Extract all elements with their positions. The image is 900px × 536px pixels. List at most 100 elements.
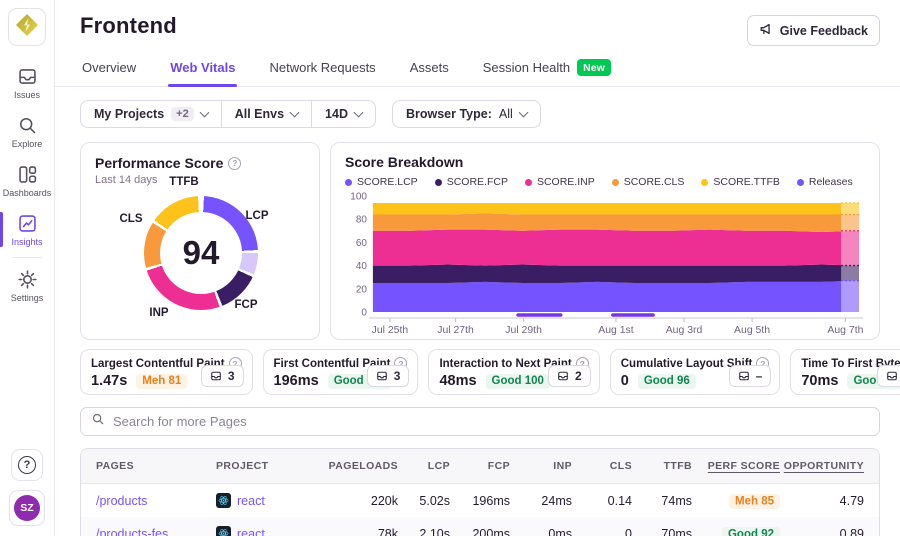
svg-text:Aug 3rd: Aug 3rd [666, 325, 703, 336]
pages-search-bar[interactable] [80, 407, 880, 436]
lcp-value: 5.02s [398, 494, 450, 508]
tab-session-health[interactable]: Session HealthNew [481, 52, 613, 86]
legend-item[interactable]: SCORE.CLS [612, 176, 685, 188]
score-breakdown-chart[interactable]: 020406080100Jul 25thJul 27thJul 29thAug … [345, 190, 865, 336]
legend-label: SCORE.TTFB [713, 176, 780, 188]
sidebar-item-dashboards[interactable]: Dashboards [0, 156, 54, 205]
legend-item[interactable]: SCORE.FCP [435, 176, 508, 188]
vital-card-largest-contentful-paint[interactable]: Largest Contentful Paint?1.47sMeh 813 [80, 349, 253, 395]
gear-icon [17, 269, 38, 290]
column-header-opportunity[interactable]: OPPORTUNITY [780, 460, 864, 472]
vital-issues-button[interactable]: – [729, 365, 772, 387]
user-menu-button[interactable]: SZ [9, 490, 45, 526]
environments-filter[interactable]: All Envs [221, 101, 311, 127]
pages-table: PAGESPROJECTPAGELOADSLCPFCPINPCLSTTFBPER… [80, 448, 880, 536]
donut-label-ttfb: TTFB [169, 176, 198, 188]
projects-extra-chip: +2 [171, 107, 194, 121]
column-header-ttfb: TTFB [632, 460, 692, 472]
sidebar-item-label: Insights [11, 237, 42, 247]
tab-label: Network Requests [269, 60, 375, 75]
sentry-logo-button[interactable] [8, 8, 46, 46]
performance-score-value: 94 [144, 196, 258, 310]
issues-icon [738, 370, 750, 382]
inp-value: 0ms [510, 527, 572, 536]
vital-issues-button[interactable]: 3 [201, 365, 244, 387]
svg-text:Jul 27th: Jul 27th [437, 325, 474, 336]
svg-text:20: 20 [356, 284, 368, 295]
page-filter-group: My Projects +2 All Envs 14D [80, 100, 376, 128]
vital-issues-button[interactable]: 2 [548, 365, 591, 387]
tab-network-requests[interactable]: Network Requests [267, 52, 377, 86]
give-feedback-button[interactable]: Give Feedback [747, 15, 880, 46]
legend-item[interactable]: SCORE.INP [525, 176, 595, 188]
fcp-value: 196ms [450, 494, 510, 508]
issues-icon [376, 370, 388, 382]
filter-bar: My Projects +2 All Envs 14D Browser Type… [55, 87, 900, 128]
vital-value: 0 [621, 373, 629, 389]
svg-text:60: 60 [356, 238, 368, 249]
project-cell: react [216, 526, 316, 536]
table-row[interactable]: /products-fesreact78k2.10s200ms0ms070msG… [81, 517, 879, 536]
project-link[interactable]: react [237, 527, 265, 536]
column-header-pageloads: PAGELOADS [316, 460, 398, 472]
vital-score-badge: Good 100 [486, 374, 550, 389]
sidebar-item-insights[interactable]: Insights [0, 205, 54, 254]
vital-score-badge: Good 96 [638, 374, 696, 389]
ttfb-value: 74ms [632, 494, 692, 508]
page-link[interactable]: /products [96, 494, 147, 508]
column-header-perf-score[interactable]: PERF SCORE [692, 460, 780, 472]
svg-text:Aug 7th: Aug 7th [827, 325, 863, 336]
legend-item[interactable]: SCORE.LCP [345, 176, 418, 188]
info-icon[interactable]: ? [228, 157, 241, 170]
table-body: /productsreact220k5.02s196ms24ms0.1474ms… [81, 484, 879, 536]
vital-card-first-contentful-paint[interactable]: First Contentful Paint?196msGood 1003 [263, 349, 419, 395]
sidebar-item-label: Explore [12, 139, 43, 149]
vital-issues-button[interactable]: 3 [367, 365, 410, 387]
help-button[interactable]: ? [11, 449, 43, 481]
search-icon [17, 115, 38, 136]
sidebar-item-settings[interactable]: Settings [0, 261, 54, 310]
question-icon: ? [18, 456, 36, 474]
tab-assets[interactable]: Assets [408, 52, 451, 86]
sidebar-divider [12, 257, 42, 258]
svg-text:Aug 5th: Aug 5th [734, 325, 770, 336]
app-logo-icon [14, 12, 40, 43]
browser-type-filter[interactable]: Browser Type: All [393, 101, 540, 127]
vital-card-cumulative-layout-shift[interactable]: Cumulative Layout Shift?0Good 96– [610, 349, 781, 395]
search-input[interactable] [113, 414, 869, 429]
inp-value: 24ms [510, 494, 572, 508]
svg-text:100: 100 [350, 191, 367, 202]
chevron-down-icon [199, 108, 209, 118]
legend-label: SCORE.INP [537, 176, 595, 188]
legend-item[interactable]: Releases [797, 176, 853, 188]
svg-text:Aug 1st: Aug 1st [598, 325, 634, 336]
charts-row: Performance Score ? Last 14 days 94 TTFB… [55, 128, 900, 340]
sidebar-item-issues[interactable]: Issues [0, 58, 54, 107]
tab-web-vitals[interactable]: Web Vitals [168, 52, 237, 86]
issues-icon [210, 370, 222, 382]
table-row[interactable]: /productsreact220k5.02s196ms24ms0.1474ms… [81, 484, 879, 517]
page-link[interactable]: /products-fes [96, 527, 168, 536]
chevron-down-icon [354, 108, 364, 118]
legend-item[interactable]: SCORE.TTFB [701, 176, 780, 188]
svg-text:Jul 25th: Jul 25th [372, 325, 409, 336]
pageloads-value: 220k [316, 494, 398, 508]
score-breakdown-title: Score Breakdown [345, 154, 865, 170]
vital-issue-count: 3 [394, 369, 401, 383]
projects-filter[interactable]: My Projects +2 [81, 101, 221, 127]
vital-issue-count: 3 [228, 369, 235, 383]
column-header-fcp: FCP [450, 460, 510, 472]
sidebar-item-explore[interactable]: Explore [0, 107, 54, 156]
tab-overview[interactable]: Overview [80, 52, 138, 86]
vital-card-interaction-to-next-paint[interactable]: Interaction to Next Paint?48msGood 1002 [428, 349, 599, 395]
page-title: Frontend [80, 13, 177, 39]
project-link[interactable]: react [237, 494, 265, 508]
svg-text:40: 40 [356, 261, 368, 272]
main-content: Frontend Give Feedback Overview Web Vital… [55, 0, 900, 536]
vital-issue-count: 2 [575, 369, 582, 383]
svg-text:Jul 29th: Jul 29th [505, 325, 542, 336]
tab-label: Assets [410, 60, 449, 75]
date-range-filter[interactable]: 14D [311, 101, 375, 127]
vital-card-time-to-first-byte[interactable]: Time To First Byte?70msGood 100– [790, 349, 900, 395]
vital-issues-button[interactable]: – [877, 365, 900, 387]
